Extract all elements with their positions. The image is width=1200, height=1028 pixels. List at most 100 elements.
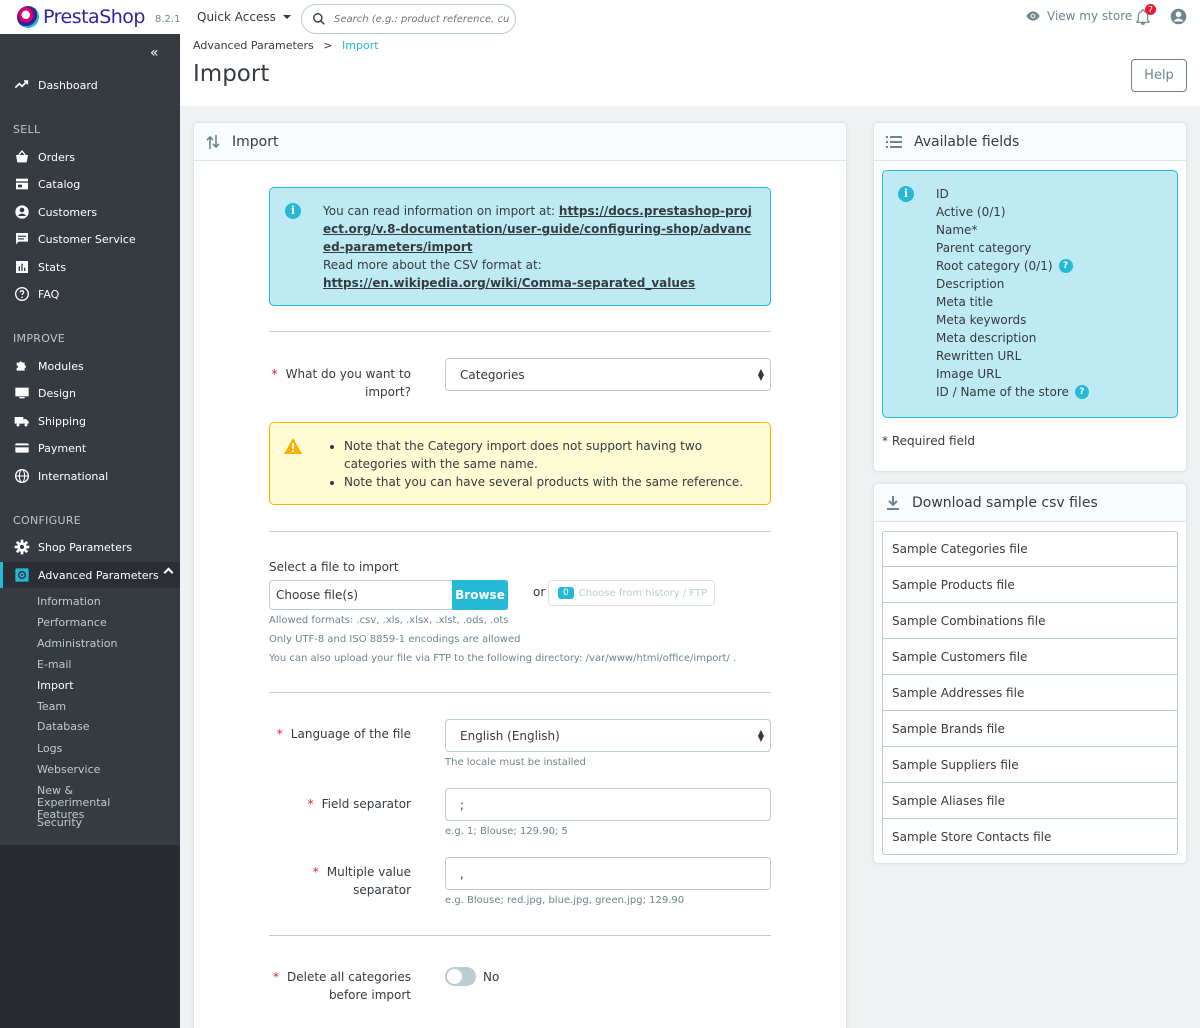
- sample-file-link[interactable]: Sample Brands file: [882, 711, 1178, 747]
- sidebar-item-international[interactable]: International: [0, 463, 180, 489]
- sidebar-section-improve: IMPROVE: [13, 332, 66, 345]
- collapse-sidebar-icon[interactable]: «: [150, 45, 159, 61]
- sidebar-item-design[interactable]: Design: [0, 380, 180, 406]
- delete-categories-toggle[interactable]: [445, 967, 476, 986]
- history-ftp-button[interactable]: 0 Choose from history / FTP: [548, 580, 715, 606]
- sidebar-tail: [0, 845, 180, 1028]
- or-label: or: [533, 585, 546, 599]
- globe-icon: [15, 469, 29, 483]
- sidebar-subitem-security[interactable]: Security: [37, 816, 82, 829]
- sample-file-link[interactable]: Sample Products file: [882, 567, 1178, 603]
- sidebar-subitem-logs[interactable]: Logs: [37, 742, 62, 755]
- sample-file-link[interactable]: Sample Suppliers file: [882, 747, 1178, 783]
- file-placeholder: Choose file(s): [276, 588, 359, 602]
- desktop-icon: [15, 387, 29, 399]
- sidebar-item-label: International: [38, 469, 109, 483]
- sidebar-subitem-information[interactable]: Information: [37, 595, 101, 608]
- sidebar-subitem-database[interactable]: Database: [37, 720, 90, 733]
- breadcrumb-parent[interactable]: Advanced Parameters: [193, 39, 314, 52]
- warning-icon: [284, 438, 302, 454]
- multi-separator-value: ,: [460, 866, 464, 881]
- sample-file-link[interactable]: Sample Customers file: [882, 639, 1178, 675]
- sidebar-item-orders[interactable]: Orders: [0, 144, 180, 170]
- sidebar-item-label: Design: [38, 386, 76, 400]
- browse-button[interactable]: Browse: [452, 580, 508, 610]
- bar-chart-icon: [16, 261, 28, 273]
- sidebar: « Dashboard SELL Orders Catalog Customers Cus…: [0, 34, 180, 1028]
- available-field-item: Meta keywords: [936, 313, 1027, 327]
- sidebar-item-stats[interactable]: Stats: [0, 254, 180, 280]
- select-file-label: Select a file to import: [269, 560, 399, 574]
- sidebar-item-label: FAQ: [38, 287, 60, 301]
- chevron-up-icon[interactable]: [163, 567, 174, 578]
- prestashop-logo-icon: [17, 6, 39, 28]
- sidebar-item-label: Customer Service: [38, 232, 136, 246]
- sidebar-section-configure: CONFIGURE: [13, 514, 82, 527]
- sample-file-link[interactable]: Sample Aliases file: [882, 783, 1178, 819]
- sidebar-item-dashboard[interactable]: Dashboard: [0, 72, 180, 98]
- sample-file-link[interactable]: Sample Combinations file: [882, 603, 1178, 639]
- available-fields-list: ID Active (0/1) Name* Parent category Root c…: [936, 185, 1089, 401]
- csv-wiki-link[interactable]: https://en.wikipedia.org/wiki/Comma-sepa…: [323, 276, 695, 290]
- sidebar-item-modules[interactable]: Modules: [0, 353, 180, 379]
- prestashop-logo[interactable]: PrestaShop 8.2.1: [17, 6, 180, 28]
- sample-file-link[interactable]: Sample Addresses file: [882, 675, 1178, 711]
- sidebar-subitem-administration[interactable]: Administration: [37, 637, 118, 650]
- logo-text: PrestaShop: [43, 6, 146, 28]
- sidebar-item-shop-parameters[interactable]: Shop Parameters: [0, 534, 180, 560]
- sidebar-item-advanced-parameters[interactable]: Advanced Parameters: [0, 562, 180, 588]
- account-avatar-icon[interactable]: [1170, 8, 1187, 25]
- sidebar-item-payment[interactable]: Payment: [0, 435, 180, 461]
- sidebar-item-faq[interactable]: FAQ: [0, 281, 180, 307]
- delete-categories-label: * Delete all categories before import: [273, 970, 411, 1002]
- help-icon[interactable]: ?: [1058, 259, 1073, 273]
- view-store-link[interactable]: View my store: [1025, 9, 1132, 23]
- basket-icon: [16, 149, 28, 163]
- import-card-header: Import: [194, 123, 846, 161]
- toggle-knob: [446, 968, 463, 985]
- history-label: Choose from history / FTP: [578, 587, 708, 599]
- import-info-text: You can read information on import at: h…: [323, 202, 753, 292]
- warning-item: Note that you can have several products …: [344, 473, 754, 491]
- sidebar-subitem-team[interactable]: Team: [37, 700, 66, 713]
- help-icon[interactable]: ?: [1074, 385, 1089, 399]
- language-select[interactable]: English (English) ▲ ▼: [445, 719, 771, 752]
- sample-file-link[interactable]: Sample Categories file: [882, 531, 1178, 567]
- quick-access-dropdown[interactable]: Quick Access: [197, 10, 291, 24]
- sidebar-item-shipping[interactable]: Shipping: [0, 408, 180, 434]
- import-arrows-icon: [206, 134, 220, 149]
- sidebar-subitem-webservice[interactable]: Webservice: [37, 763, 100, 776]
- ftp-hint: You can also upload your file via FTP to…: [269, 653, 737, 664]
- sidebar-item-catalog[interactable]: Catalog: [0, 171, 180, 197]
- sidebar-subitem-import[interactable]: Import: [37, 679, 74, 692]
- breadcrumb-current[interactable]: Import: [342, 39, 379, 52]
- sidebar-item-label: Catalog: [38, 177, 81, 191]
- search-input[interactable]: [334, 13, 509, 25]
- sidebar-item-customers[interactable]: Customers: [0, 199, 180, 225]
- available-field-item: Meta title: [936, 295, 994, 309]
- multi-separator-input[interactable]: ,: [445, 857, 771, 890]
- sidebar-item-customer-service[interactable]: Customer Service: [0, 226, 180, 252]
- multi-separator-label: * Multiple value separator: [312, 865, 411, 897]
- breadcrumb-separator: >: [323, 39, 333, 52]
- language-select-value: English (English): [460, 728, 560, 743]
- sample-file-link[interactable]: Sample Store Contacts file: [882, 819, 1178, 855]
- available-field-item: Active (0/1): [936, 205, 1006, 219]
- search-box[interactable]: [301, 4, 516, 34]
- available-field-item: Parent category: [936, 241, 1032, 255]
- available-field-item: Meta description: [936, 331, 1037, 345]
- sidebar-item-label: Stats: [38, 260, 67, 274]
- field-separator-input[interactable]: ;: [445, 788, 771, 821]
- search-icon[interactable]: [312, 12, 326, 26]
- delete-toggle-value: No: [483, 970, 500, 984]
- info-line-2: Read more about the CSV format at:: [323, 258, 542, 272]
- available-field-item: Image URL: [936, 367, 1002, 381]
- divider: [269, 531, 771, 532]
- settings-applications-icon: [15, 568, 29, 582]
- sidebar-subitem-e-mail[interactable]: E-mail: [37, 658, 72, 671]
- breadcrumb: Advanced Parameters > Import: [193, 39, 379, 52]
- sidebar-subitem-performance[interactable]: Performance: [37, 616, 107, 629]
- sidebar-item-label: Advanced Parameters: [38, 568, 159, 582]
- help-button[interactable]: Help: [1131, 59, 1187, 92]
- entity-select[interactable]: Categories ▲ ▼: [445, 358, 771, 391]
